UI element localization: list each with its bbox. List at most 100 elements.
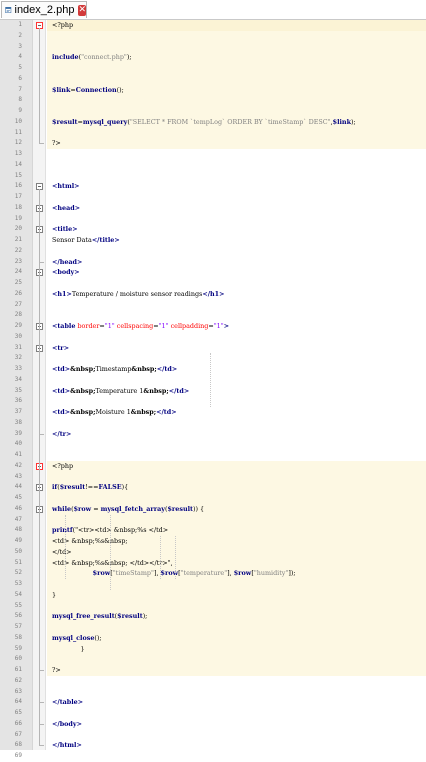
code-line: 6 (0, 73, 426, 85)
line-number: 50 (14, 547, 22, 555)
line-number: 8 (18, 96, 22, 104)
line-number: 20 (14, 225, 22, 233)
code-line: 11 (0, 127, 426, 139)
line-number: 28 (14, 311, 22, 319)
fold-end-marker (39, 143, 44, 145)
code-text: </head> (52, 257, 83, 266)
line-number: 27 (14, 300, 22, 308)
file-tab[interactable]: index_2.php ✕ (1, 1, 87, 18)
php-block-highlight (47, 138, 426, 149)
line-number: 51 (14, 558, 22, 566)
code-text: <?php (52, 461, 74, 470)
indent-guide (210, 353, 211, 407)
code-text: if($result!==FALSE){ (52, 483, 129, 492)
code-line: 55 (0, 600, 426, 612)
line-number: 49 (14, 537, 22, 544)
code-text: Sensor Data</title> (52, 236, 120, 244)
line-number: 38 (14, 418, 22, 426)
php-block-highlight (47, 514, 426, 526)
code-line: 46 while($row = mysql_fetch_array($result… (0, 503, 426, 515)
php-block-highlight (47, 493, 426, 504)
code-text: <td>&nbsp;Temperature 1&nbsp;</td> (52, 386, 190, 395)
line-number: 26 (14, 289, 22, 297)
line-number: 16 (14, 182, 22, 190)
line-number: 52 (14, 569, 22, 577)
code-line: 10 $result=mysql_query("SELECT * FROM `te… (0, 116, 426, 128)
code-line: 28 (0, 310, 426, 321)
code-line: 69 (0, 751, 426, 762)
code-line: 54} (0, 589, 426, 601)
line-number: 29 (14, 322, 22, 329)
php-block-highlight (47, 63, 426, 74)
code-line: 9 (0, 106, 426, 117)
code-line: 3 (0, 41, 426, 53)
close-tab-icon[interactable]: ✕ (78, 4, 86, 16)
line-number: 15 (14, 171, 22, 179)
code-line: 47 (0, 514, 426, 526)
line-number: 6 (18, 74, 22, 82)
line-number: 34 (14, 375, 22, 383)
code-line: 15 (0, 171, 426, 182)
fold-line (39, 511, 40, 595)
code-line: 22 (0, 246, 426, 257)
code-line: 7 $link=Connection(); (0, 84, 426, 96)
line-number: 13 (14, 150, 22, 157)
code-text: include("connect.php"); (52, 53, 132, 62)
php-block-highlight (47, 600, 426, 612)
code-line: 29 <table border="1" cellspacing="1" cell… (0, 321, 426, 332)
line-number: 64 (14, 698, 22, 706)
php-block-highlight (47, 546, 426, 558)
code-line: 12 ?> (0, 138, 426, 149)
line-number: 30 (14, 332, 22, 340)
code-line: 45 (0, 493, 426, 504)
code-text: <?php (52, 21, 74, 29)
code-text: $result=mysql_query("SELECT * FROM `temp… (52, 117, 356, 126)
code-text: <tr> (52, 343, 70, 352)
php-block-highlight (47, 460, 426, 472)
code-line: 65 (0, 708, 426, 719)
line-number: 40 (14, 440, 22, 448)
code-line: 35 <td>&nbsp;Temperature 1&nbsp;</td> (0, 386, 426, 397)
line-number: 1 (18, 21, 22, 28)
code-line: 24 <body> (0, 267, 426, 278)
code-text: <title> (52, 225, 78, 234)
line-number: 19 (14, 214, 22, 222)
code-line: 63 (0, 687, 426, 698)
php-block-highlight (47, 73, 426, 85)
code-line: 21 Sensor Data</title> (0, 235, 426, 246)
code-text: <td> &nbsp;%s&nbsp; </td></tr>", (52, 558, 173, 567)
php-block-highlight (47, 589, 426, 601)
php-block-highlight (47, 622, 426, 633)
php-block-highlight (47, 665, 426, 676)
php-block-highlight (47, 579, 426, 590)
line-number: 18 (14, 203, 22, 211)
line-number: 62 (14, 676, 22, 684)
code-text: </tr> (52, 429, 72, 438)
code-text: <td>&nbsp;Timestamp&nbsp;</td> (52, 365, 178, 373)
line-number: 45 (14, 494, 22, 501)
line-number: 5 (18, 64, 22, 71)
code-line: 42 <?php (0, 460, 426, 472)
line-number: 55 (14, 601, 22, 609)
line-number: 54 (14, 590, 22, 598)
code-line: 34 (0, 375, 426, 386)
line-number: 35 (14, 386, 22, 394)
code-line: 38 (0, 418, 426, 429)
code-text: </html> (52, 741, 82, 750)
code-line: 25 (0, 278, 426, 289)
code-line: 50 </td> (0, 546, 426, 558)
code-text: <td>&nbsp;Moisture 1&nbsp;</td> (52, 408, 177, 416)
code-line: 40 (0, 439, 426, 450)
line-number: 69 (14, 752, 22, 759)
code-line: 58 mysql_close(); (0, 632, 426, 644)
code-text: $link=Connection(); (52, 85, 124, 94)
code-line: 2 (0, 30, 426, 42)
line-number: 65 (14, 709, 22, 716)
code-text: </body> (52, 719, 82, 728)
line-number: 57 (14, 623, 22, 630)
code-text: <h1>Temperature / moisture sensor readin… (52, 289, 225, 298)
code-line: 37 <td>&nbsp;Moisture 1&nbsp;</td> (0, 407, 426, 418)
php-file-icon (5, 7, 12, 13)
code-line: 31 <tr> (0, 343, 426, 354)
code-text: mysql_free_result($result); (52, 612, 148, 621)
